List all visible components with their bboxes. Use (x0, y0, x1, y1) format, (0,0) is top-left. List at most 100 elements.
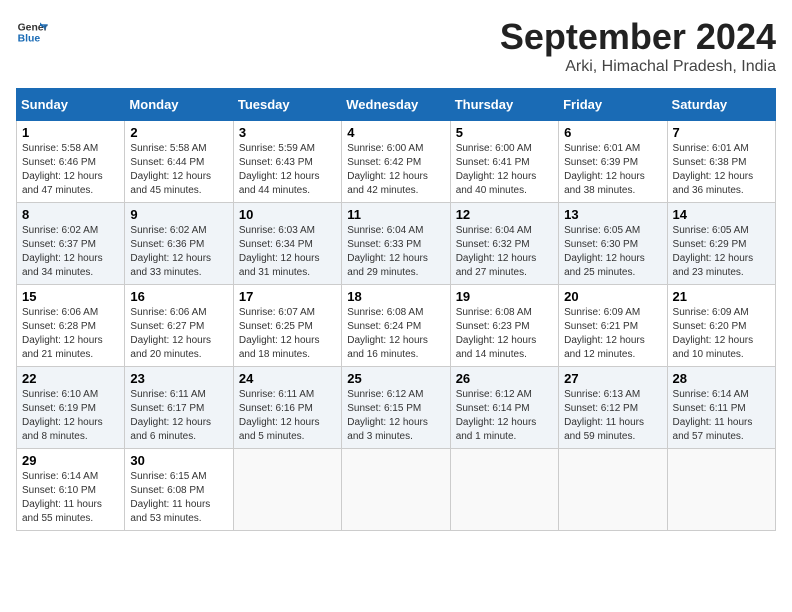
calendar-cell: 4 Sunrise: 6:00 AMSunset: 6:42 PMDaylight… (342, 121, 450, 203)
calendar-cell: 11 Sunrise: 6:04 AMSunset: 6:33 PMDayligh… (342, 203, 450, 285)
calendar-cell: 15 Sunrise: 6:06 AMSunset: 6:28 PMDayligh… (17, 285, 125, 367)
calendar-cell: 24 Sunrise: 6:11 AMSunset: 6:16 PMDayligh… (233, 367, 341, 449)
calendar-cell: 19 Sunrise: 6:08 AMSunset: 6:23 PMDayligh… (450, 285, 558, 367)
day-number: 26 (456, 371, 553, 386)
weekday-header-cell: Thursday (450, 89, 558, 121)
day-number: 2 (130, 125, 227, 140)
month-title: September 2024 (500, 16, 776, 58)
calendar-cell: 17Sunrise: 6:07 AMSunset: 6:25 PMDayligh… (233, 285, 341, 367)
day-number: 9 (130, 207, 227, 222)
day-number: 30 (130, 453, 227, 468)
day-info: Sunrise: 6:14 AMSunset: 6:11 PMDaylight:… (673, 388, 770, 444)
calendar-cell (233, 449, 341, 531)
day-info: Sunrise: 6:05 AMSunset: 6:30 PMDaylight:… (564, 224, 661, 280)
day-info: Sunrise: 6:08 AMSunset: 6:23 PMDaylight:… (456, 306, 553, 362)
day-number: 29 (22, 453, 119, 468)
day-info: Sunrise: 6:06 AMSunset: 6:27 PMDaylight:… (130, 306, 227, 362)
weekday-header-cell: Saturday (667, 89, 775, 121)
calendar-row: 1 Sunrise: 5:58 AMSunset: 6:46 PMDaylight… (17, 121, 776, 203)
calendar-cell: 8 Sunrise: 6:02 AMSunset: 6:37 PMDaylight… (17, 203, 125, 285)
day-number: 1 (22, 125, 119, 140)
day-number: 8 (22, 207, 119, 222)
calendar-cell: 1 Sunrise: 5:58 AMSunset: 6:46 PMDaylight… (17, 121, 125, 203)
weekday-header-row: SundayMondayTuesdayWednesdayThursdayFrid… (17, 89, 776, 121)
day-number: 22 (22, 371, 119, 386)
day-info: Sunrise: 6:10 AMSunset: 6:19 PMDaylight:… (22, 388, 119, 444)
calendar-cell: 23 Sunrise: 6:11 AMSunset: 6:17 PMDayligh… (125, 367, 233, 449)
day-number: 19 (456, 289, 553, 304)
day-number: 27 (564, 371, 661, 386)
calendar-row: 15 Sunrise: 6:06 AMSunset: 6:28 PMDayligh… (17, 285, 776, 367)
day-info: Sunrise: 6:04 AMSunset: 6:33 PMDaylight:… (347, 224, 444, 280)
calendar-cell: 3Sunrise: 5:59 AMSunset: 6:43 PMDaylight… (233, 121, 341, 203)
day-number: 7 (673, 125, 770, 140)
day-number: 28 (673, 371, 770, 386)
calendar-cell: 20 Sunrise: 6:09 AMSunset: 6:21 PMDayligh… (559, 285, 667, 367)
calendar-table: SundayMondayTuesdayWednesdayThursdayFrid… (16, 88, 776, 531)
calendar-cell: 18 Sunrise: 6:08 AMSunset: 6:24 PMDayligh… (342, 285, 450, 367)
day-info: Sunrise: 6:00 AMSunset: 6:42 PMDaylight:… (347, 142, 444, 198)
day-info: Sunrise: 6:01 AMSunset: 6:38 PMDaylight:… (673, 142, 770, 198)
calendar-cell: 30 Sunrise: 6:15 AMSunset: 6:08 PMDayligh… (125, 449, 233, 531)
calendar-cell: 9 Sunrise: 6:02 AMSunset: 6:36 PMDaylight… (125, 203, 233, 285)
logo-icon: General Blue (16, 16, 48, 48)
weekday-header-cell: Sunday (17, 89, 125, 121)
weekday-header-cell: Wednesday (342, 89, 450, 121)
day-info: Sunrise: 6:13 AMSunset: 6:12 PMDaylight:… (564, 388, 661, 444)
calendar-cell: 6Sunrise: 6:01 AMSunset: 6:39 PMDaylight… (559, 121, 667, 203)
title-area: September 2024 Arki, Himachal Pradesh, I… (500, 16, 776, 76)
day-number: 4 (347, 125, 444, 140)
weekday-header-cell: Friday (559, 89, 667, 121)
day-number: 23 (130, 371, 227, 386)
day-info: Sunrise: 6:05 AMSunset: 6:29 PMDaylight:… (673, 224, 770, 280)
calendar-cell (450, 449, 558, 531)
weekday-header-cell: Tuesday (233, 89, 341, 121)
calendar-body: 1 Sunrise: 5:58 AMSunset: 6:46 PMDaylight… (17, 121, 776, 531)
calendar-cell: 10Sunrise: 6:03 AMSunset: 6:34 PMDayligh… (233, 203, 341, 285)
day-number: 20 (564, 289, 661, 304)
day-info: Sunrise: 6:11 AMSunset: 6:16 PMDaylight:… (239, 388, 336, 444)
day-info: Sunrise: 6:09 AMSunset: 6:21 PMDaylight:… (564, 306, 661, 362)
calendar-cell: 25Sunrise: 6:12 AMSunset: 6:15 PMDayligh… (342, 367, 450, 449)
day-info: Sunrise: 6:02 AMSunset: 6:37 PMDaylight:… (22, 224, 119, 280)
day-info: Sunrise: 5:58 AMSunset: 6:46 PMDaylight:… (22, 142, 119, 198)
day-number: 21 (673, 289, 770, 304)
calendar-cell: 12Sunrise: 6:04 AMSunset: 6:32 PMDayligh… (450, 203, 558, 285)
calendar-cell: 21 Sunrise: 6:09 AMSunset: 6:20 PMDayligh… (667, 285, 775, 367)
calendar-row: 22 Sunrise: 6:10 AMSunset: 6:19 PMDayligh… (17, 367, 776, 449)
day-number: 14 (673, 207, 770, 222)
calendar-cell: 13 Sunrise: 6:05 AMSunset: 6:30 PMDayligh… (559, 203, 667, 285)
day-info: Sunrise: 6:02 AMSunset: 6:36 PMDaylight:… (130, 224, 227, 280)
day-number: 18 (347, 289, 444, 304)
day-number: 13 (564, 207, 661, 222)
calendar-cell: 22 Sunrise: 6:10 AMSunset: 6:19 PMDayligh… (17, 367, 125, 449)
calendar-cell: 16Sunrise: 6:06 AMSunset: 6:27 PMDayligh… (125, 285, 233, 367)
day-number: 11 (347, 207, 444, 222)
calendar-cell: 5 Sunrise: 6:00 AMSunset: 6:41 PMDaylight… (450, 121, 558, 203)
calendar-row: 29 Sunrise: 6:14 AMSunset: 6:10 PMDayligh… (17, 449, 776, 531)
weekday-header-cell: Monday (125, 89, 233, 121)
location: Arki, Himachal Pradesh, India (500, 58, 776, 76)
day-number: 24 (239, 371, 336, 386)
calendar-cell: 2Sunrise: 5:58 AMSunset: 6:44 PMDaylight… (125, 121, 233, 203)
day-number: 15 (22, 289, 119, 304)
day-info: Sunrise: 6:08 AMSunset: 6:24 PMDaylight:… (347, 306, 444, 362)
day-number: 6 (564, 125, 661, 140)
calendar-cell (559, 449, 667, 531)
day-info: Sunrise: 6:03 AMSunset: 6:34 PMDaylight:… (239, 224, 336, 280)
day-number: 5 (456, 125, 553, 140)
calendar-cell: 7 Sunrise: 6:01 AMSunset: 6:38 PMDaylight… (667, 121, 775, 203)
day-info: Sunrise: 6:12 AMSunset: 6:15 PMDaylight:… (347, 388, 444, 444)
day-info: Sunrise: 6:15 AMSunset: 6:08 PMDaylight:… (130, 470, 227, 526)
calendar-cell: 27 Sunrise: 6:13 AMSunset: 6:12 PMDayligh… (559, 367, 667, 449)
day-info: Sunrise: 6:09 AMSunset: 6:20 PMDaylight:… (673, 306, 770, 362)
calendar-cell: 29 Sunrise: 6:14 AMSunset: 6:10 PMDayligh… (17, 449, 125, 531)
page-header: General Blue September 2024 Arki, Himach… (16, 16, 776, 76)
calendar-cell: 28 Sunrise: 6:14 AMSunset: 6:11 PMDayligh… (667, 367, 775, 449)
day-info: Sunrise: 6:06 AMSunset: 6:28 PMDaylight:… (22, 306, 119, 362)
day-info: Sunrise: 6:00 AMSunset: 6:41 PMDaylight:… (456, 142, 553, 198)
day-info: Sunrise: 6:11 AMSunset: 6:17 PMDaylight:… (130, 388, 227, 444)
logo: General Blue (16, 16, 48, 48)
day-info: Sunrise: 6:12 AMSunset: 6:14 PMDaylight:… (456, 388, 553, 444)
day-info: Sunrise: 6:14 AMSunset: 6:10 PMDaylight:… (22, 470, 119, 526)
